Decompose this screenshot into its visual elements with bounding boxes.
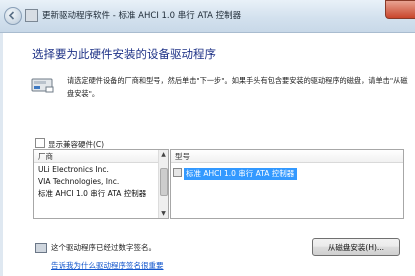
page-heading: 选择要为此硬件安装的设备驱动程序 [32,47,216,61]
checkbox-box[interactable] [35,138,45,148]
manufacturer-list[interactable]: 厂商 ULi Electronics Inc. VIA Technologies… [33,149,169,219]
device-manager-icon [25,9,38,22]
signature-info-link[interactable]: 告诉我为什么驱动程序签名很重要 [51,260,164,271]
manufacturer-column-header: 厂商 [34,150,168,163]
scroll-up-arrow-icon[interactable]: ▲ [159,150,168,159]
close-button[interactable] [385,0,415,19]
list-item[interactable]: 标准 AHCI 1.0 串行 ATA 控制器 [173,168,298,180]
signature-status: 这个驱动程序已经过数字签名。 [51,243,156,252]
title-bar: 更新驱动程序软件 - 标准 AHCI 1.0 串行 ATA 控制器 [0,0,415,33]
update-driver-dialog: 更新驱动程序软件 - 标准 AHCI 1.0 串行 ATA 控制器 选择要为此硬… [0,0,415,276]
manufacturer-scrollbar[interactable]: ▲ ▼ [158,150,168,218]
back-button[interactable] [4,7,22,25]
back-arrow-icon [8,11,15,20]
list-item[interactable]: VIA Technologies, Inc. [34,176,159,188]
scroll-thumb[interactable] [160,168,168,196]
driver-icon [173,168,182,177]
model-list[interactable]: 型号 标准 AHCI 1.0 串行 ATA 控制器 [170,149,404,219]
hardware-icon [31,78,54,93]
window-title: 更新驱动程序软件 - 标准 AHCI 1.0 串行 ATA 控制器 [42,11,242,21]
model-column-header: 型号 [171,150,403,163]
checkbox-label: 显示兼容硬件(C) [48,140,105,149]
list-item[interactable]: 标准 AHCI 1.0 串行 ATA 控制器 [34,188,159,200]
scroll-down-arrow-icon[interactable]: ▼ [159,209,168,218]
signed-driver-icon [35,243,47,253]
list-item[interactable]: ULi Electronics Inc. [34,164,159,176]
have-disk-button[interactable]: 从磁盘安装(H)... [312,238,400,256]
window-frame-edge [0,33,3,276]
instructions-text: 请选定硬件设备的厂商和型号，然后单击"下一步"。如果手头有包含要安装的驱动程序的… [67,76,408,98]
model-item-label: 标准 AHCI 1.0 串行 ATA 控制器 [184,168,298,180]
